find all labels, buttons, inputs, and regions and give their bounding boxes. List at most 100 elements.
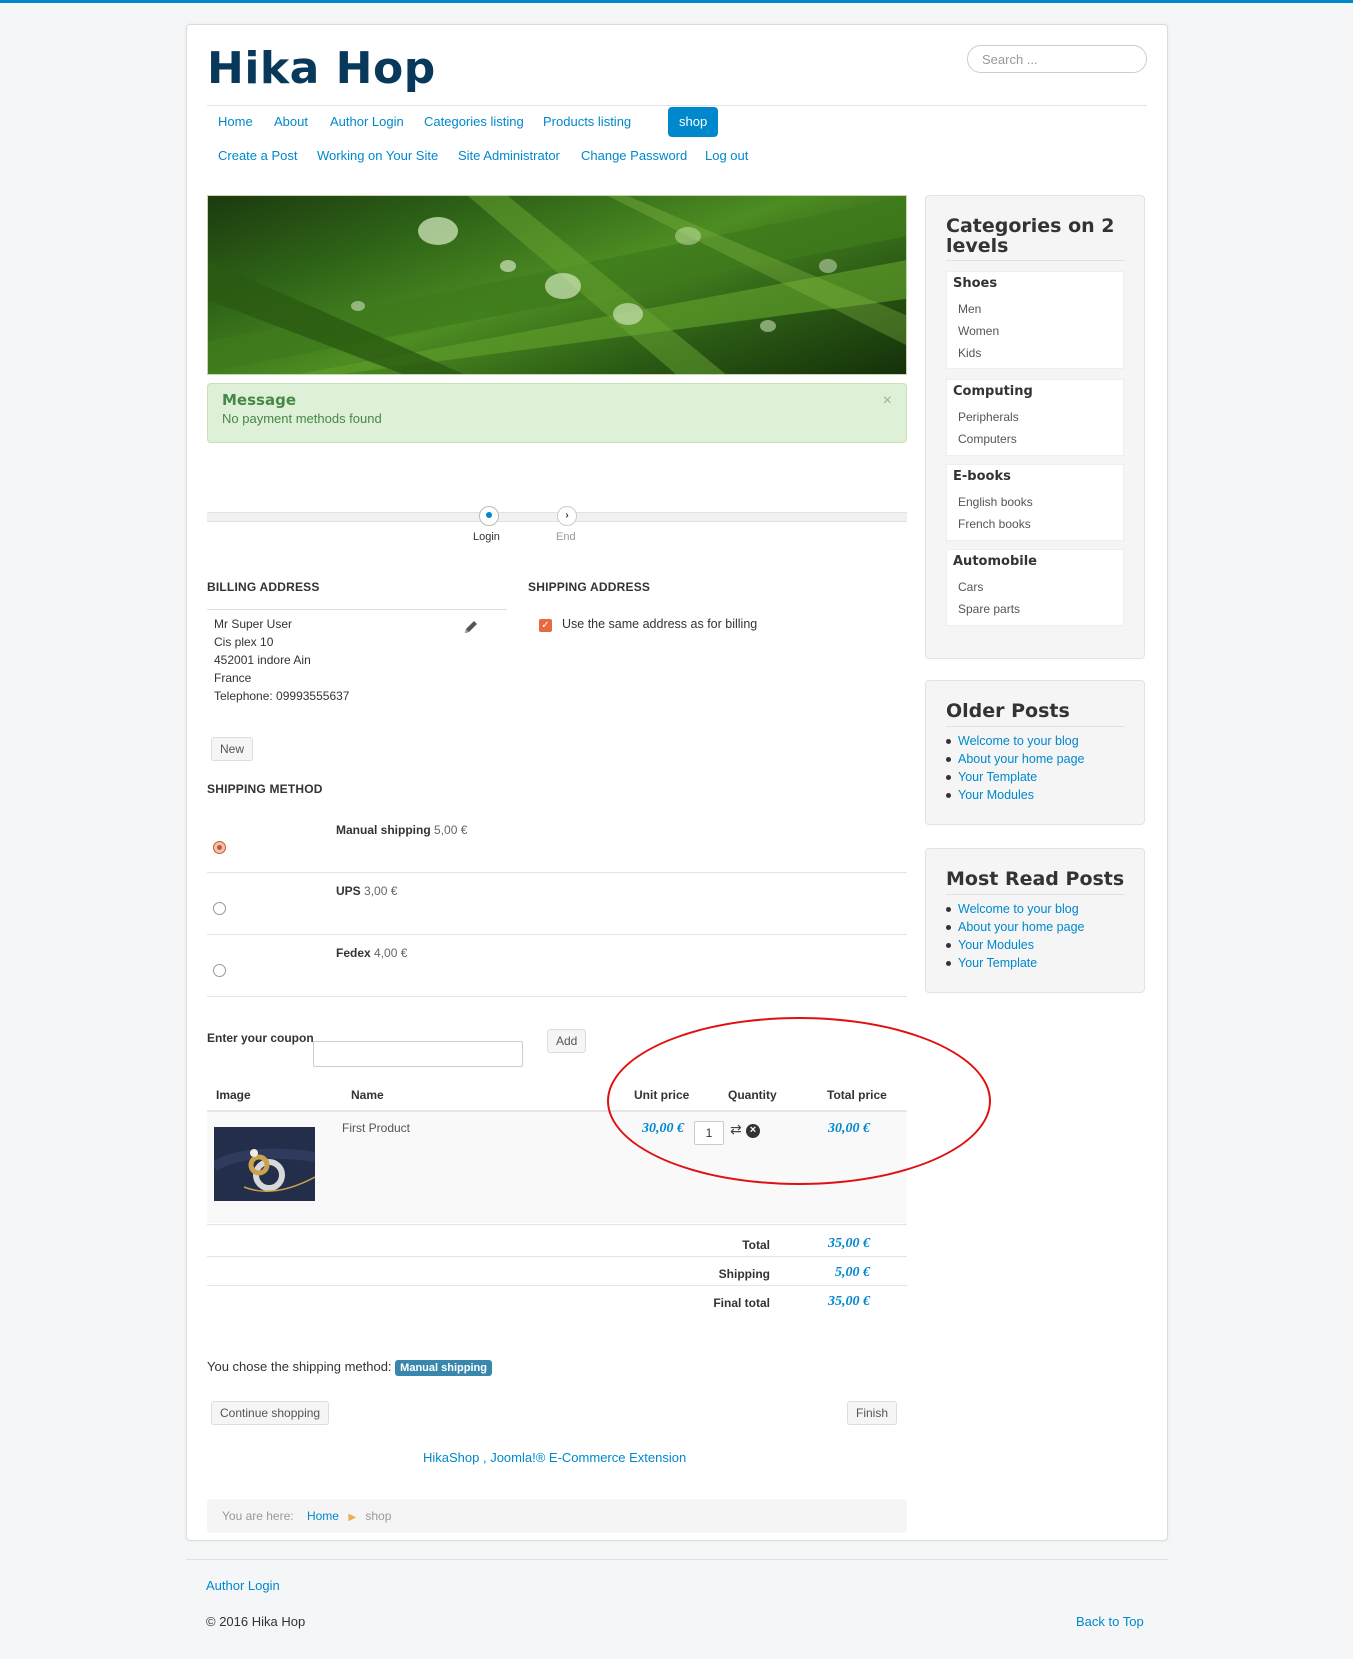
nav-home[interactable]: Home	[207, 107, 264, 137]
shipping-name: Fedex	[336, 946, 371, 960]
jewelry-product-image	[214, 1127, 315, 1201]
most-read-link[interactable]: Your Modules	[945, 936, 1084, 954]
shipping-option-fedex[interactable]: Fedex 4,00 €	[336, 946, 407, 960]
search-input[interactable]: Search ...	[967, 45, 1147, 73]
category-group-shoes: Shoes Men Women Kids	[946, 271, 1124, 369]
totals-divider	[207, 1285, 907, 1286]
shipping-price: 5,00 €	[434, 823, 468, 837]
category-item[interactable]: Cars	[958, 580, 983, 594]
same-address-label[interactable]: Use the same address as for billing	[562, 617, 757, 631]
finish-button[interactable]: Finish	[847, 1401, 898, 1425]
back-to-top-link[interactable]: Back to Top	[1076, 1614, 1144, 1629]
shipping-name: Manual shipping	[336, 823, 431, 837]
category-shoes[interactable]: Shoes	[953, 276, 997, 291]
chosen-shipping-label: You chose the shipping method:	[207, 1359, 392, 1374]
annotation-ellipse	[607, 1017, 991, 1185]
category-item[interactable]: Women	[958, 324, 999, 338]
coupon-label: Enter your coupon	[207, 1031, 314, 1045]
most-read-divider	[946, 894, 1124, 895]
coupon-add-button[interactable]: Add	[547, 1029, 587, 1053]
nav-working-on-site[interactable]: Working on Your Site	[306, 141, 449, 171]
nav-create-post[interactable]: Create a Post	[207, 141, 309, 171]
shipping-method-title: SHIPPING METHOD	[207, 782, 323, 796]
breadcrumb-arrow-icon: ▶	[348, 1512, 357, 1523]
categories-title: Categories on 2 levels	[946, 215, 1115, 257]
new-address-button[interactable]: New	[211, 737, 254, 761]
coupon-input[interactable]	[313, 1041, 523, 1067]
shipping-option-manual[interactable]: Manual shipping 5,00 €	[336, 823, 467, 837]
totals-divider	[207, 1256, 907, 1257]
most-read-link[interactable]: Welcome to your blog	[945, 900, 1084, 918]
category-item[interactable]: Kids	[958, 346, 981, 360]
shipping-address-title: SHIPPING ADDRESS	[528, 580, 651, 594]
category-ebooks[interactable]: E-books	[953, 469, 1011, 484]
total-label: Total	[742, 1238, 770, 1252]
chosen-shipping-badge: Manual shipping	[395, 1360, 492, 1376]
breadcrumb-prefix: You are here:	[222, 1509, 294, 1523]
category-item[interactable]: Peripherals	[958, 410, 1019, 424]
category-automobile[interactable]: Automobile	[953, 554, 1037, 569]
category-group-computing: Computing Peripherals Computers	[946, 379, 1124, 456]
most-read-link[interactable]: About your home page	[945, 918, 1084, 936]
shipping-divider	[207, 872, 907, 873]
shipping-divider	[207, 934, 907, 935]
older-posts-title: Older Posts	[946, 700, 1070, 722]
step-end-label: End	[556, 531, 576, 543]
older-post-link[interactable]: About your home page	[945, 750, 1084, 768]
page-container: Hika Hop Search ... Home About Author Lo…	[186, 24, 1168, 1541]
shipping-radio-ups[interactable]	[213, 902, 226, 915]
nav-site-administrator[interactable]: Site Administrator	[447, 141, 571, 171]
category-computing[interactable]: Computing	[953, 384, 1033, 399]
older-post-link[interactable]: Your Template	[945, 768, 1084, 786]
shipping-option-ups[interactable]: UPS 3,00 €	[336, 884, 397, 898]
nav-change-password[interactable]: Change Password	[570, 141, 698, 171]
billing-line: Cis plex 10	[214, 635, 274, 649]
nav-products-listing[interactable]: Products listing	[532, 107, 642, 137]
billing-address-title: BILLING ADDRESS	[207, 580, 320, 594]
footer-divider	[186, 1559, 1168, 1560]
category-item[interactable]: French books	[958, 517, 1031, 531]
step-end-icon[interactable]: ›	[557, 506, 577, 526]
nav-categories-listing[interactable]: Categories listing	[413, 107, 535, 137]
shipping-divider	[207, 996, 907, 997]
step-login-icon[interactable]	[479, 506, 499, 526]
older-post-link[interactable]: Welcome to your blog	[945, 732, 1084, 750]
older-post-link[interactable]: Your Modules	[945, 786, 1084, 804]
shipping-radio-manual[interactable]	[213, 841, 226, 854]
breadcrumb-current: shop	[365, 1509, 392, 1523]
edit-pencil-icon[interactable]	[463, 619, 479, 635]
alert-message: No payment methods found	[222, 411, 382, 426]
billing-line: 452001 indore Ain	[214, 653, 311, 667]
powered-by-link[interactable]: HikaShop , Joomla!® E-Commerce Extension	[423, 1450, 686, 1465]
footer-author-login-link[interactable]: Author Login	[206, 1578, 280, 1593]
step-login-label: Login	[473, 531, 500, 543]
category-item[interactable]: Computers	[958, 432, 1017, 446]
nav-log-out[interactable]: Log out	[694, 141, 759, 171]
same-address-checkbox[interactable]: ✓	[539, 619, 552, 632]
category-item[interactable]: English books	[958, 495, 1033, 509]
shipping-price: 4,00 €	[374, 946, 408, 960]
cart-header-image: Image	[216, 1088, 251, 1102]
nav-about[interactable]: About	[263, 107, 319, 137]
breadcrumb-home[interactable]: Home	[307, 1509, 339, 1523]
breadcrumb: You are here: Home ▶ shop	[207, 1499, 907, 1533]
most-read-link[interactable]: Your Template	[945, 954, 1084, 972]
product-name[interactable]: First Product	[342, 1121, 410, 1135]
final-total-label: Final total	[713, 1296, 770, 1310]
alert-close-icon[interactable]: ×	[883, 392, 892, 410]
nav-author-login[interactable]: Author Login	[319, 107, 415, 137]
shipping-name: UPS	[336, 884, 361, 898]
shipping-radio-fedex[interactable]	[213, 964, 226, 977]
category-item[interactable]: Men	[958, 302, 981, 316]
nav-shop[interactable]: shop	[668, 107, 719, 137]
categories-module: Categories on 2 levels Shoes Men Women K…	[925, 195, 1145, 659]
product-image[interactable]	[214, 1127, 315, 1201]
total-value: 35,00 €	[828, 1236, 870, 1251]
most-read-list: Welcome to your blog About your home pag…	[945, 900, 1084, 972]
older-posts-module: Older Posts Welcome to your blog About y…	[925, 680, 1145, 825]
shipping-total-value: 5,00 €	[835, 1265, 870, 1280]
category-item[interactable]: Spare parts	[958, 602, 1020, 616]
continue-shopping-button[interactable]: Continue shopping	[211, 1401, 330, 1425]
site-title[interactable]: Hika Hop	[207, 43, 436, 94]
billing-address-lines: Mr Super User Cis plex 10 452001 indore …	[214, 615, 349, 705]
